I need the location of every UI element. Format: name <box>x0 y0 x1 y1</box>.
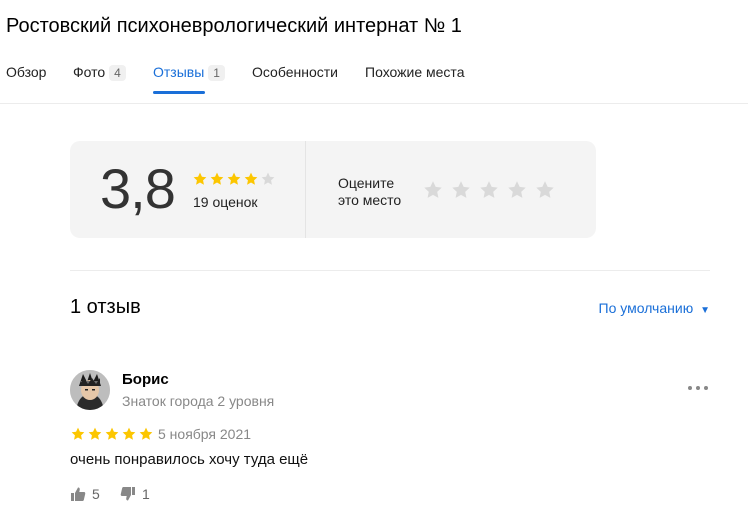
tab-overview-label: Обзор <box>6 64 47 80</box>
rate-prompt: Оцените это место <box>338 175 401 209</box>
rating-summary-card: 3,8 19 оценок Оцените это место <box>70 141 596 238</box>
star-icon-1 <box>193 172 207 185</box>
star-icon-2 <box>210 172 224 185</box>
rate-prompt-line1: Оцените <box>338 175 395 191</box>
average-rating-stars <box>192 171 276 187</box>
tab-reviews[interactable]: Отзывы 1 <box>153 64 225 94</box>
dislike-button[interactable]: 1 <box>120 486 150 502</box>
review-star-icon-1 <box>71 427 85 440</box>
thumbs-down-icon <box>120 487 135 501</box>
rate-stars-input <box>422 179 556 201</box>
ratings-count: 19 оценок <box>193 194 258 210</box>
more-options-button[interactable] <box>686 380 710 396</box>
sort-dropdown[interactable]: По умолчанию ▼ <box>599 300 710 316</box>
page-title: Ростовский психоневрологический интернат… <box>6 15 462 37</box>
review-star-icon-5 <box>139 427 153 440</box>
review-rating-stars <box>70 426 154 442</box>
rate-star-icon-5[interactable] <box>534 179 556 201</box>
reviews-count-heading: 1 отзыв <box>70 296 141 318</box>
tab-bar: Обзор Фото 4 Отзывы 1 Особенности Похожие … <box>0 60 748 104</box>
tab-features-label: Особенности <box>252 64 338 80</box>
thumbs-up-icon <box>71 487 86 501</box>
review-date: 5 ноября 2021 <box>158 426 252 442</box>
tab-photos[interactable]: Фото 4 <box>73 64 126 94</box>
review-star-icon-4 <box>122 427 136 440</box>
rate-star-icon-2[interactable] <box>450 179 472 201</box>
ellipsis-icon <box>688 386 708 390</box>
review-star-icon-2 <box>88 427 102 440</box>
rate-star-icon-3[interactable] <box>478 179 500 201</box>
rate-prompt-line2: это место <box>338 192 402 208</box>
avatar-image <box>70 370 110 410</box>
tab-photos-count: 4 <box>109 65 126 81</box>
tab-photos-label: Фото <box>73 64 106 80</box>
tab-similar-label: Похожие места <box>365 64 465 80</box>
star-icon-4 <box>244 172 258 185</box>
star-icon-3 <box>227 172 241 185</box>
rate-star-icon-4[interactable] <box>506 179 528 201</box>
tab-reviews-label: Отзывы <box>153 64 205 80</box>
tab-overview[interactable]: Обзор <box>6 64 46 94</box>
tab-similar-places[interactable]: Похожие места <box>365 64 464 94</box>
dislikes-count: 1 <box>142 486 150 502</box>
active-tab-indicator <box>153 91 205 94</box>
likes-count: 5 <box>92 486 100 502</box>
section-divider <box>70 270 710 271</box>
review-author[interactable]: Борис <box>122 371 169 388</box>
review-star-icon-3 <box>105 427 119 440</box>
caret-down-icon: ▼ <box>700 305 710 316</box>
tab-reviews-count: 1 <box>208 65 225 81</box>
sort-label: По умолчанию <box>598 300 694 316</box>
review-text: очень понравилось хочу туда ещё <box>70 451 309 468</box>
author-level: Знаток города 2 уровня <box>122 393 275 409</box>
average-rating: 3,8 <box>100 157 176 220</box>
rate-star-icon-1[interactable] <box>422 179 444 201</box>
avatar[interactable] <box>70 370 110 410</box>
like-button[interactable]: 5 <box>70 486 100 502</box>
star-icon-5 <box>261 172 275 185</box>
tab-features[interactable]: Особенности <box>252 64 338 94</box>
card-divider <box>305 141 306 238</box>
